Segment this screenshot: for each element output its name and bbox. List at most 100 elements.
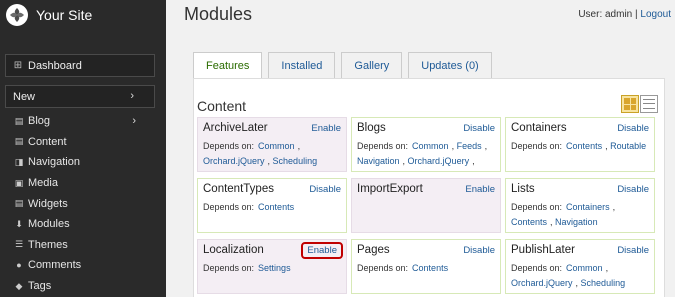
dependency-link[interactable]: Common bbox=[566, 263, 603, 273]
dependency-link[interactable]: Navigation bbox=[555, 217, 598, 227]
dependency-link[interactable]: Orchard.jQuery bbox=[511, 278, 573, 288]
sidebar-item-label: Modules bbox=[28, 218, 70, 231]
dashboard-button[interactable]: ⊞ Dashboard bbox=[5, 54, 155, 77]
dashboard-icon: ⊞ bbox=[13, 60, 23, 71]
sidebar-item-label: Media bbox=[28, 177, 58, 190]
themes-icon: ☰ bbox=[14, 239, 24, 250]
module-tabs: Features Installed Gallery Updates (0) bbox=[193, 52, 498, 79]
enable-button[interactable]: Enable bbox=[465, 184, 495, 195]
sidebar-item-themes[interactable]: ☰ Themes bbox=[0, 235, 166, 256]
feature-card-publishlater: PublishLater Disable Depends on: Common, Or… bbox=[505, 239, 655, 294]
dependency-list: Depends on: Containers, Contents, Navigat… bbox=[511, 202, 616, 227]
sidebar: Your Site ⊞ Dashboard New › ▤ Blog › ▤ Conte… bbox=[0, 0, 166, 297]
dependency-link[interactable]: Containers bbox=[566, 202, 610, 212]
new-menu-button[interactable]: New › bbox=[5, 85, 155, 108]
sidebar-item-blog[interactable]: ▤ Blog › bbox=[0, 111, 166, 132]
feature-card-pages: Pages Disable Depends on: Contents bbox=[351, 239, 501, 294]
feature-card-archivelater: ArchiveLater Enable Depends on: Common, Orc… bbox=[197, 117, 347, 172]
dependency-list: Depends on: Common, Orchard.jQuery, Sched… bbox=[203, 141, 318, 166]
feature-card-containers: Containers Disable Depends on: Contents, Ro… bbox=[505, 117, 655, 172]
dependency-link[interactable]: Contents bbox=[566, 141, 602, 151]
orchard-logo-icon bbox=[6, 4, 28, 26]
media-icon: ▣ bbox=[14, 177, 24, 188]
depends-on-label: Depends on: bbox=[203, 263, 255, 273]
depends-on-label: Depends on: bbox=[511, 202, 563, 212]
site-name: Your Site bbox=[36, 7, 93, 23]
sidebar-item-navigation[interactable]: ◨ Navigation bbox=[0, 152, 166, 173]
user-bar: User: admin | Logout bbox=[578, 9, 671, 20]
dependency-link[interactable]: Contents bbox=[258, 202, 294, 212]
depends-on-label: Depends on: bbox=[511, 263, 563, 273]
disable-button[interactable]: Disable bbox=[309, 184, 341, 195]
feature-card-importexport: ImportExport Enable bbox=[351, 178, 501, 233]
enable-button[interactable]: Enable bbox=[301, 242, 343, 259]
sidebar-item-label: Blog bbox=[28, 115, 51, 128]
sidebar-item-label: Widgets bbox=[28, 197, 68, 210]
navigation-icon: ◨ bbox=[14, 156, 24, 167]
blog-icon: ▤ bbox=[14, 115, 24, 126]
disable-button[interactable]: Disable bbox=[617, 184, 649, 195]
tab-features[interactable]: Features bbox=[193, 52, 263, 79]
disable-button[interactable]: Disable bbox=[617, 245, 649, 256]
disable-button[interactable]: Disable bbox=[463, 123, 495, 134]
sidebar-item-label: Comments bbox=[28, 259, 82, 272]
sidebar-item-comments[interactable]: ● Comments bbox=[0, 255, 166, 276]
sidebar-item-label: Tags bbox=[28, 280, 52, 293]
depends-on-label: Depends on: bbox=[511, 141, 563, 151]
list-view-icon[interactable] bbox=[640, 95, 658, 113]
view-toggle bbox=[620, 95, 658, 113]
dependency-link[interactable]: Navigation bbox=[357, 156, 400, 166]
sidebar-item-modules[interactable]: ⬇ Modules bbox=[0, 214, 166, 235]
dependency-link[interactable]: Contents bbox=[511, 217, 547, 227]
sidebar-item-widgets[interactable]: ▤ Widgets bbox=[0, 193, 166, 214]
grid-view-icon[interactable] bbox=[621, 95, 639, 113]
dependency-link[interactable]: Orchard.jQuery bbox=[203, 156, 265, 166]
dependency-list: Depends on: Settings bbox=[203, 261, 342, 276]
brand[interactable]: Your Site bbox=[6, 4, 92, 26]
dependency-link[interactable]: Routable bbox=[610, 141, 646, 151]
dependency-list: Depends on: Contents, Routable bbox=[511, 141, 647, 151]
dependency-link[interactable]: Settings bbox=[258, 263, 291, 273]
feature-card-blogs: Blogs Disable Depends on: Common, Feeds, Na… bbox=[351, 117, 501, 172]
disable-button[interactable]: Disable bbox=[617, 123, 649, 134]
dependency-link[interactable]: Orchard.jQuery bbox=[408, 156, 470, 166]
sidebar-item-tags[interactable]: ◆ Tags bbox=[0, 276, 166, 297]
new-label: New bbox=[13, 90, 36, 103]
enable-button[interactable]: Enable bbox=[311, 123, 341, 134]
features-panel: Content ArchiveLater Enable Depends on: Com… bbox=[193, 78, 665, 297]
dependency-list: Depends on: Contents bbox=[357, 261, 496, 276]
tab-gallery[interactable]: Gallery bbox=[341, 52, 403, 78]
content-icon: ▤ bbox=[14, 136, 24, 147]
tab-installed[interactable]: Installed bbox=[268, 52, 336, 78]
dependency-link[interactable]: Common bbox=[412, 141, 449, 151]
dependency-link[interactable]: Common bbox=[258, 141, 295, 151]
sidebar-item-label: Content bbox=[28, 135, 67, 148]
tab-updates[interactable]: Updates (0) bbox=[408, 52, 492, 78]
dependency-link[interactable]: Scheduling bbox=[273, 156, 318, 166]
logout-link[interactable]: Logout bbox=[640, 9, 671, 20]
dependency-link[interactable]: Routable bbox=[415, 171, 451, 172]
dependency-link[interactable]: PublishLater bbox=[357, 171, 407, 172]
depends-on-label: Depends on: bbox=[357, 263, 409, 273]
feature-card-localization: Localization Enable Depends on: Settings bbox=[197, 239, 347, 294]
dependency-list: Depends on: Contents bbox=[203, 200, 342, 215]
feature-card-contenttypes: ContentTypes Disable Depends on: Contents bbox=[197, 178, 347, 233]
dependency-link[interactable]: Feeds bbox=[457, 141, 482, 151]
depends-on-label: Depends on: bbox=[203, 202, 255, 212]
user-name: admin bbox=[605, 9, 633, 20]
comments-icon: ● bbox=[16, 260, 22, 271]
disable-button[interactable]: Disable bbox=[463, 245, 495, 256]
depends-on-label: Depends on: bbox=[203, 141, 255, 151]
sidebar-item-content[interactable]: ▤ Content bbox=[0, 132, 166, 153]
modules-icon: ⬇ bbox=[15, 218, 23, 229]
chevron-right-icon: › bbox=[132, 115, 136, 128]
dependency-link[interactable]: Contents bbox=[412, 263, 448, 273]
sidebar-item-label: Themes bbox=[28, 238, 68, 251]
dependency-link[interactable]: Scheduling bbox=[581, 278, 626, 288]
dependency-link[interactable]: Shapes bbox=[459, 171, 490, 172]
section-title: Content bbox=[197, 98, 247, 114]
widgets-icon: ▤ bbox=[14, 198, 24, 209]
sidebar-item-media[interactable]: ▣ Media bbox=[0, 173, 166, 194]
sidebar-nav: ▤ Blog › ▤ Content ◨ Navigation ▣ Media ▤ Widgets ⬇… bbox=[0, 111, 166, 296]
sidebar-item-label: Navigation bbox=[28, 156, 80, 169]
